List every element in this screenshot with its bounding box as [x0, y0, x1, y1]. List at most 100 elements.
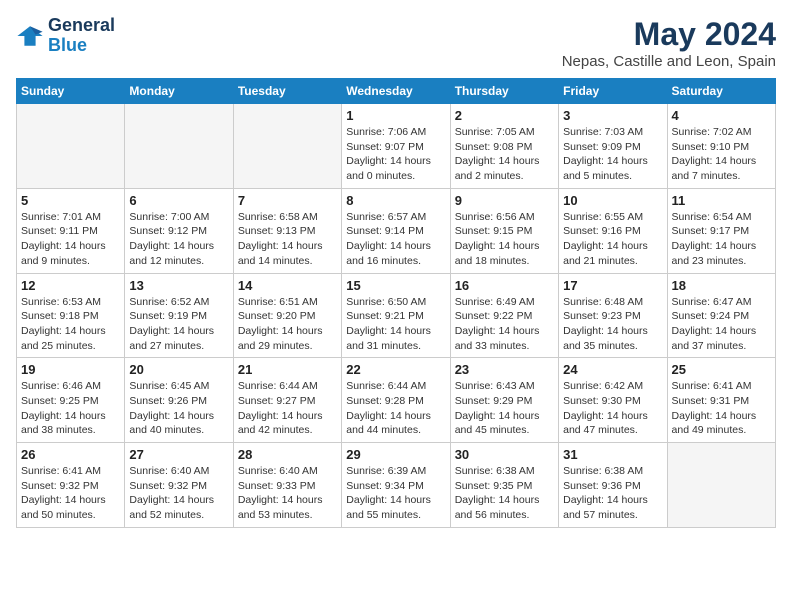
day-info: Sunrise: 6:56 AMSunset: 9:15 PMDaylight:… [455, 210, 554, 269]
calendar-cell [125, 104, 233, 189]
day-info: Sunrise: 7:06 AMSunset: 9:07 PMDaylight:… [346, 125, 445, 184]
page-header: General Blue May 2024 Nepas, Castille an… [16, 16, 776, 70]
day-number: 24 [563, 362, 662, 377]
day-info: Sunrise: 6:44 AMSunset: 9:27 PMDaylight:… [238, 379, 337, 438]
calendar-cell: 5 Sunrise: 7:01 AMSunset: 9:11 PMDaylight… [17, 188, 125, 273]
calendar-subtitle: Nepas, Castille and Leon, Spain [562, 53, 776, 70]
calendar-title: May 2024 [562, 16, 776, 53]
day-number: 25 [672, 362, 771, 377]
day-number: 22 [346, 362, 445, 377]
day-info: Sunrise: 6:40 AMSunset: 9:33 PMDaylight:… [238, 464, 337, 523]
calendar-cell: 26 Sunrise: 6:41 AMSunset: 9:32 PMDayligh… [17, 443, 125, 528]
day-info: Sunrise: 6:42 AMSunset: 9:30 PMDaylight:… [563, 379, 662, 438]
day-number: 15 [346, 278, 445, 293]
calendar-cell: 1Sunrise: 7:06 AMSunset: 9:07 PMDaylight… [342, 104, 450, 189]
day-number: 30 [455, 447, 554, 462]
calendar-cell: 10 Sunrise: 6:55 AMSunset: 9:16 PMDayligh… [559, 188, 667, 273]
calendar-body: 1Sunrise: 7:06 AMSunset: 9:07 PMDaylight… [17, 104, 776, 528]
calendar-week-4: 19Sunrise: 6:46 AMSunset: 9:25 PMDayligh… [17, 358, 776, 443]
day-number: 27 [129, 447, 228, 462]
calendar-table: SundayMondayTuesdayWednesdayThursdayFrid… [16, 78, 776, 528]
day-number: 6 [129, 193, 228, 208]
day-info: Sunrise: 6:47 AMSunset: 9:24 PMDaylight:… [672, 295, 771, 354]
day-number: 16 [455, 278, 554, 293]
calendar-cell: 17Sunrise: 6:48 AMSunset: 9:23 PMDayligh… [559, 273, 667, 358]
calendar-cell: 21 Sunrise: 6:44 AMSunset: 9:27 PMDayligh… [233, 358, 341, 443]
calendar-week-1: 1Sunrise: 7:06 AMSunset: 9:07 PMDaylight… [17, 104, 776, 189]
calendar-cell [233, 104, 341, 189]
calendar-cell: 28 Sunrise: 6:40 AMSunset: 9:33 PMDayligh… [233, 443, 341, 528]
calendar-cell: 30Sunrise: 6:38 AMSunset: 9:35 PMDayligh… [450, 443, 558, 528]
calendar-cell: 22 Sunrise: 6:44 AMSunset: 9:28 PMDayligh… [342, 358, 450, 443]
day-info: Sunrise: 6:54 AMSunset: 9:17 PMDaylight:… [672, 210, 771, 269]
calendar-cell: 23 Sunrise: 6:43 AMSunset: 9:29 PMDayligh… [450, 358, 558, 443]
calendar-week-3: 12Sunrise: 6:53 AMSunset: 9:18 PMDayligh… [17, 273, 776, 358]
day-number: 31 [563, 447, 662, 462]
calendar-cell: 12Sunrise: 6:53 AMSunset: 9:18 PMDayligh… [17, 273, 125, 358]
calendar-cell: 19Sunrise: 6:46 AMSunset: 9:25 PMDayligh… [17, 358, 125, 443]
calendar-week-2: 5 Sunrise: 7:01 AMSunset: 9:11 PMDaylight… [17, 188, 776, 273]
day-number: 8 [346, 193, 445, 208]
day-number: 17 [563, 278, 662, 293]
day-number: 5 [21, 193, 120, 208]
calendar-cell: 25 Sunrise: 6:41 AMSunset: 9:31 PMDayligh… [667, 358, 775, 443]
day-info: Sunrise: 6:49 AMSunset: 9:22 PMDaylight:… [455, 295, 554, 354]
day-number: 4 [672, 108, 771, 123]
header-sunday: Sunday [17, 79, 125, 104]
day-number: 3 [563, 108, 662, 123]
day-info: Sunrise: 7:01 AMSunset: 9:11 PMDaylight:… [21, 210, 120, 269]
header-saturday: Saturday [667, 79, 775, 104]
day-info: Sunrise: 6:57 AMSunset: 9:14 PMDaylight:… [346, 210, 445, 269]
day-number: 23 [455, 362, 554, 377]
day-number: 9 [455, 193, 554, 208]
logo: General Blue [16, 16, 115, 56]
day-info: Sunrise: 6:43 AMSunset: 9:29 PMDaylight:… [455, 379, 554, 438]
day-number: 29 [346, 447, 445, 462]
day-number: 19 [21, 362, 120, 377]
day-number: 18 [672, 278, 771, 293]
day-info: Sunrise: 7:02 AMSunset: 9:10 PMDaylight:… [672, 125, 771, 184]
day-info: Sunrise: 6:41 AMSunset: 9:31 PMDaylight:… [672, 379, 771, 438]
header-thursday: Thursday [450, 79, 558, 104]
header-friday: Friday [559, 79, 667, 104]
day-info: Sunrise: 6:39 AMSunset: 9:34 PMDaylight:… [346, 464, 445, 523]
day-number: 13 [129, 278, 228, 293]
day-number: 26 [21, 447, 120, 462]
day-info: Sunrise: 6:52 AMSunset: 9:19 PMDaylight:… [129, 295, 228, 354]
calendar-cell: 13 Sunrise: 6:52 AMSunset: 9:19 PMDayligh… [125, 273, 233, 358]
day-number: 10 [563, 193, 662, 208]
calendar-cell: 2 Sunrise: 7:05 AMSunset: 9:08 PMDaylight… [450, 104, 558, 189]
calendar-cell [17, 104, 125, 189]
day-info: Sunrise: 6:55 AMSunset: 9:16 PMDaylight:… [563, 210, 662, 269]
title-block: May 2024 Nepas, Castille and Leon, Spain [562, 16, 776, 70]
calendar-cell: 29 Sunrise: 6:39 AMSunset: 9:34 PMDayligh… [342, 443, 450, 528]
day-number: 28 [238, 447, 337, 462]
calendar-cell: 3 Sunrise: 7:03 AMSunset: 9:09 PMDaylight… [559, 104, 667, 189]
calendar-cell: 9 Sunrise: 6:56 AMSunset: 9:15 PMDaylight… [450, 188, 558, 273]
day-number: 21 [238, 362, 337, 377]
day-number: 2 [455, 108, 554, 123]
day-info: Sunrise: 6:50 AMSunset: 9:21 PMDaylight:… [346, 295, 445, 354]
calendar-cell: 31Sunrise: 6:38 AMSunset: 9:36 PMDayligh… [559, 443, 667, 528]
calendar-cell: 15 Sunrise: 6:50 AMSunset: 9:21 PMDayligh… [342, 273, 450, 358]
calendar-cell: 18 Sunrise: 6:47 AMSunset: 9:24 PMDayligh… [667, 273, 775, 358]
day-number: 14 [238, 278, 337, 293]
day-number: 12 [21, 278, 120, 293]
calendar-header-row: SundayMondayTuesdayWednesdayThursdayFrid… [17, 79, 776, 104]
calendar-cell: 14Sunrise: 6:51 AMSunset: 9:20 PMDayligh… [233, 273, 341, 358]
calendar-cell [667, 443, 775, 528]
header-monday: Monday [125, 79, 233, 104]
day-info: Sunrise: 7:00 AMSunset: 9:12 PMDaylight:… [129, 210, 228, 269]
calendar-cell: 20Sunrise: 6:45 AMSunset: 9:26 PMDayligh… [125, 358, 233, 443]
calendar-week-5: 26 Sunrise: 6:41 AMSunset: 9:32 PMDayligh… [17, 443, 776, 528]
day-info: Sunrise: 7:03 AMSunset: 9:09 PMDaylight:… [563, 125, 662, 184]
day-info: Sunrise: 7:05 AMSunset: 9:08 PMDaylight:… [455, 125, 554, 184]
calendar-cell: 11Sunrise: 6:54 AMSunset: 9:17 PMDayligh… [667, 188, 775, 273]
day-info: Sunrise: 6:41 AMSunset: 9:32 PMDaylight:… [21, 464, 120, 523]
header-tuesday: Tuesday [233, 79, 341, 104]
day-number: 7 [238, 193, 337, 208]
logo-text: General Blue [48, 16, 115, 56]
calendar-cell: 6 Sunrise: 7:00 AMSunset: 9:12 PMDaylight… [125, 188, 233, 273]
day-info: Sunrise: 6:44 AMSunset: 9:28 PMDaylight:… [346, 379, 445, 438]
calendar-cell: 4 Sunrise: 7:02 AMSunset: 9:10 PMDaylight… [667, 104, 775, 189]
